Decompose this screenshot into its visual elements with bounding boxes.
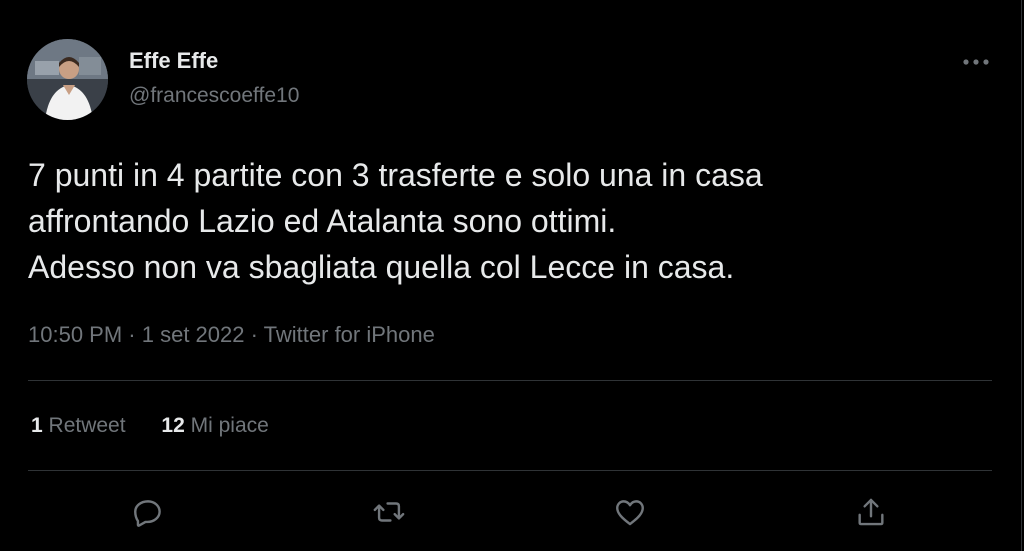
engagement-stats: 1 Retweet 12 Mi piace <box>31 414 299 438</box>
reply-icon <box>134 500 161 527</box>
tweet-source[interactable]: Twitter for iPhone <box>264 322 435 347</box>
reply-button[interactable] <box>130 494 166 530</box>
user-avatar-icon <box>27 39 108 120</box>
more-options-button[interactable] <box>960 50 992 74</box>
likes-stat[interactable]: 12 Mi piace <box>161 414 268 438</box>
tweet-card: Effe Effe @francescoeffe10 7 punti in 4 … <box>0 0 1022 551</box>
action-bar <box>0 494 1022 530</box>
retweets-count: 1 <box>31 414 43 437</box>
retweet-icon <box>373 502 405 522</box>
tweet-text: 7 punti in 4 partite con 3 trasferte e s… <box>28 157 763 285</box>
avatar[interactable] <box>27 39 108 120</box>
retweets-stat[interactable]: 1 Retweet <box>31 414 126 438</box>
likes-label: Mi piace <box>190 414 269 437</box>
meta-separator: · <box>250 322 258 347</box>
divider <box>28 470 992 471</box>
share-icon <box>858 498 884 526</box>
retweets-label: Retweet <box>48 414 126 437</box>
meta-separator: · <box>128 322 136 347</box>
like-button[interactable] <box>612 494 648 530</box>
share-button[interactable] <box>853 494 889 530</box>
likes-count: 12 <box>161 414 185 437</box>
tweet-time[interactable]: 10:50 PM <box>28 322 122 347</box>
heart-icon <box>616 500 644 526</box>
more-icon <box>963 59 989 65</box>
tweet-metadata: 10:50 PM · 1 set 2022 · Twitter for iPho… <box>28 322 435 348</box>
retweet-button[interactable] <box>371 494 407 530</box>
user-handle[interactable]: @francescoeffe10 <box>129 84 299 108</box>
tweet-date[interactable]: 1 set 2022 <box>142 322 245 347</box>
display-name[interactable]: Effe Effe <box>129 48 218 74</box>
divider <box>28 380 992 381</box>
